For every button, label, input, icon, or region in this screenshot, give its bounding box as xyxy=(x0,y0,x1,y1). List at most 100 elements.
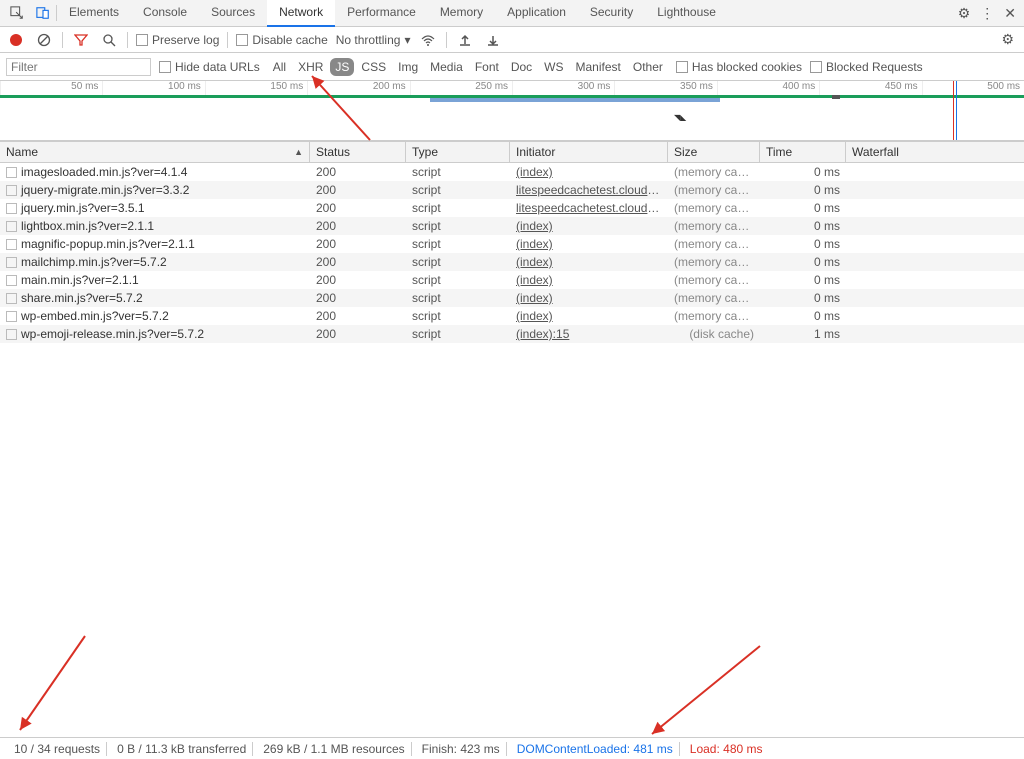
col-time[interactable]: Time xyxy=(760,142,846,162)
filter-chip-all[interactable]: All xyxy=(268,58,291,76)
inspect-icon[interactable] xyxy=(4,0,30,26)
request-status: 200 xyxy=(310,219,406,233)
request-time: 0 ms xyxy=(760,291,846,305)
filter-chip-media[interactable]: Media xyxy=(425,58,468,76)
filter-input[interactable] xyxy=(6,58,151,76)
table-row[interactable]: share.min.js?ver=5.7.2200script(index)(m… xyxy=(0,289,1024,307)
filter-chip-js[interactable]: JS xyxy=(330,58,354,76)
table-row[interactable]: jquery-migrate.min.js?ver=3.3.2200script… xyxy=(0,181,1024,199)
hide-data-urls-checkbox[interactable]: Hide data URLs xyxy=(159,60,260,74)
request-status: 200 xyxy=(310,165,406,179)
timeline-tick: 450 ms xyxy=(819,81,921,95)
status-bar: 10 / 34 requests 0 B / 11.3 kB transferr… xyxy=(0,737,1024,759)
request-type: script xyxy=(406,201,510,215)
table-row[interactable]: main.min.js?ver=2.1.1200script(index)(me… xyxy=(0,271,1024,289)
filter-chip-other[interactable]: Other xyxy=(628,58,668,76)
network-conditions-icon[interactable] xyxy=(418,30,438,50)
row-checkbox[interactable] xyxy=(6,185,17,196)
col-type[interactable]: Type xyxy=(406,142,510,162)
request-initiator[interactable]: (index) xyxy=(510,291,668,305)
tab-sources[interactable]: Sources xyxy=(199,0,267,27)
table-row[interactable]: wp-emoji-release.min.js?ver=5.7.2200scri… xyxy=(0,325,1024,343)
dock-menu-icon[interactable]: ⋮ xyxy=(980,5,994,22)
request-name: magnific-popup.min.js?ver=2.1.1 xyxy=(21,237,195,251)
request-time: 0 ms xyxy=(760,183,846,197)
tab-application[interactable]: Application xyxy=(495,0,578,27)
filter-chip-img[interactable]: Img xyxy=(393,58,423,76)
drawer-settings-icon[interactable]: ⚙ xyxy=(1001,31,1018,48)
request-initiator[interactable]: (index) xyxy=(510,219,668,233)
close-icon[interactable]: ✕ xyxy=(1004,5,1016,22)
throttling-select[interactable]: No throttling▾ xyxy=(336,33,411,47)
table-row[interactable]: wp-embed.min.js?ver=5.7.2200script(index… xyxy=(0,307,1024,325)
row-checkbox[interactable] xyxy=(6,329,17,340)
status-transferred: 0 B / 11.3 kB transferred xyxy=(111,742,253,756)
preserve-log-checkbox[interactable]: Preserve log xyxy=(136,33,219,47)
table-row[interactable]: mailchimp.min.js?ver=5.7.2200script(inde… xyxy=(0,253,1024,271)
request-type: script xyxy=(406,291,510,305)
col-initiator[interactable]: Initiator xyxy=(510,142,668,162)
request-initiator[interactable]: litespeedcachetest.cloudpages... xyxy=(510,183,668,197)
export-har-icon[interactable] xyxy=(483,30,503,50)
tab-network[interactable]: Network xyxy=(267,0,335,27)
filter-chip-doc[interactable]: Doc xyxy=(506,58,537,76)
settings-icon[interactable]: ⚙ xyxy=(958,5,971,22)
tab-performance[interactable]: Performance xyxy=(335,0,428,27)
table-row[interactable]: jquery.min.js?ver=3.5.1200scriptlitespee… xyxy=(0,199,1024,217)
blocked-requests-checkbox[interactable]: Blocked Requests xyxy=(810,60,923,74)
request-initiator[interactable]: (index) xyxy=(510,273,668,287)
tab-console[interactable]: Console xyxy=(131,0,199,27)
request-size: (memory cache) xyxy=(668,237,760,251)
row-checkbox[interactable] xyxy=(6,257,17,268)
timeline-tick: 300 ms xyxy=(512,81,614,95)
tabs-bar: ElementsConsoleSourcesNetworkPerformance… xyxy=(0,0,1024,27)
request-size: (disk cache) xyxy=(668,327,760,341)
table-row[interactable]: imagesloaded.min.js?ver=4.1.4200script(i… xyxy=(0,163,1024,181)
col-size[interactable]: Size xyxy=(668,142,760,162)
tab-security[interactable]: Security xyxy=(578,0,645,27)
request-status: 200 xyxy=(310,183,406,197)
filter-chip-font[interactable]: Font xyxy=(470,58,504,76)
request-status: 200 xyxy=(310,255,406,269)
network-toolbar: Preserve log Disable cache No throttling… xyxy=(0,27,1024,53)
request-status: 200 xyxy=(310,327,406,341)
request-initiator[interactable]: (index) xyxy=(510,309,668,323)
row-checkbox[interactable] xyxy=(6,221,17,232)
request-initiator[interactable]: (index):15 xyxy=(510,327,668,341)
filter-toggle-icon[interactable] xyxy=(71,30,91,50)
row-checkbox[interactable] xyxy=(6,203,17,214)
filter-chip-manifest[interactable]: Manifest xyxy=(571,58,626,76)
col-status[interactable]: Status xyxy=(310,142,406,162)
filter-chip-css[interactable]: CSS xyxy=(356,58,391,76)
row-checkbox[interactable] xyxy=(6,275,17,286)
row-checkbox[interactable] xyxy=(6,239,17,250)
request-initiator[interactable]: (index) xyxy=(510,165,668,179)
col-name[interactable]: Name▲ xyxy=(0,142,310,162)
tab-memory[interactable]: Memory xyxy=(428,0,495,27)
tab-lighthouse[interactable]: Lighthouse xyxy=(645,0,728,27)
has-blocked-cookies-checkbox[interactable]: Has blocked cookies xyxy=(676,60,802,74)
request-name: lightbox.min.js?ver=2.1.1 xyxy=(21,219,154,233)
filter-chip-xhr[interactable]: XHR xyxy=(293,58,328,76)
import-har-icon[interactable] xyxy=(455,30,475,50)
disable-cache-checkbox[interactable]: Disable cache xyxy=(236,33,327,47)
device-toggle-icon[interactable] xyxy=(30,0,56,26)
col-waterfall[interactable]: Waterfall xyxy=(846,142,1024,162)
type-filter-chips: AllXHRJSCSSImgMediaFontDocWSManifestOthe… xyxy=(268,58,668,76)
timeline-tick: 250 ms xyxy=(410,81,512,95)
row-checkbox[interactable] xyxy=(6,311,17,322)
filter-chip-ws[interactable]: WS xyxy=(539,58,568,76)
row-checkbox[interactable] xyxy=(6,167,17,178)
request-initiator[interactable]: litespeedcachetest.cloudpages... xyxy=(510,201,668,215)
clear-button[interactable] xyxy=(34,30,54,50)
request-initiator[interactable]: (index) xyxy=(510,255,668,269)
tab-elements[interactable]: Elements xyxy=(57,0,131,27)
row-checkbox[interactable] xyxy=(6,293,17,304)
request-initiator[interactable]: (index) xyxy=(510,237,668,251)
timeline-overview[interactable]: 50 ms100 ms150 ms200 ms250 ms300 ms350 m… xyxy=(0,81,1024,141)
request-time: 0 ms xyxy=(760,219,846,233)
record-button[interactable] xyxy=(6,30,26,50)
table-row[interactable]: lightbox.min.js?ver=2.1.1200script(index… xyxy=(0,217,1024,235)
table-row[interactable]: magnific-popup.min.js?ver=2.1.1200script… xyxy=(0,235,1024,253)
search-icon[interactable] xyxy=(99,30,119,50)
